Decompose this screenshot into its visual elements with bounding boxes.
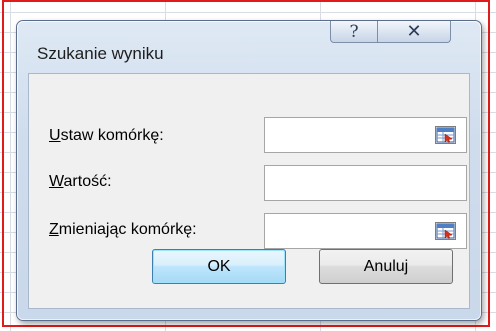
- changing-cell-label: Zmieniając komórkę:: [49, 221, 197, 238]
- set-cell-label: Ustaw komórkę:: [49, 127, 164, 144]
- dialog-title: Szukanie wyniku: [37, 44, 164, 63]
- changing-cell-range-button[interactable]: [435, 222, 456, 240]
- set-cell-input[interactable]: [264, 117, 467, 153]
- changing-cell-input[interactable]: [264, 213, 467, 249]
- close-icon: ✕: [406, 21, 422, 41]
- help-button[interactable]: ?: [330, 21, 378, 43]
- ok-button[interactable]: OK: [152, 249, 286, 284]
- value-input[interactable]: [264, 165, 467, 201]
- range-selector-icon: [436, 223, 455, 239]
- set-cell-range-button[interactable]: [435, 126, 456, 144]
- close-button[interactable]: ✕: [377, 21, 451, 43]
- goal-seek-dialog: Szukanie wyniku ? ✕ Ustaw komórkę: Warto…: [16, 20, 482, 321]
- range-selector-icon: [436, 127, 455, 143]
- question-icon: ?: [349, 21, 359, 42]
- value-label: Wartość:: [49, 173, 112, 190]
- cancel-button[interactable]: Anuluj: [319, 249, 453, 284]
